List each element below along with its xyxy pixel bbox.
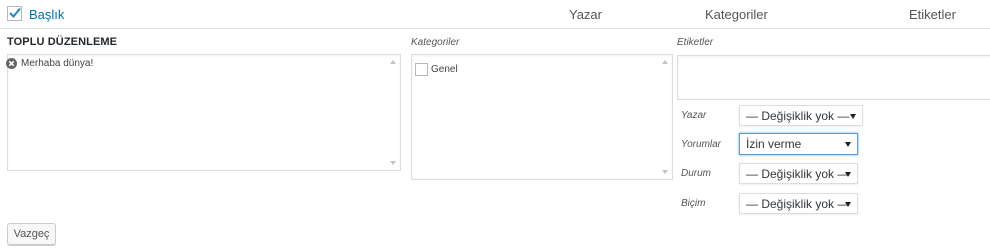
posts-scrollbar[interactable] xyxy=(387,55,400,170)
tags-label: Etiketler xyxy=(677,37,714,48)
format-label: Biçim xyxy=(681,198,706,209)
category-label-genel: Genel xyxy=(431,64,458,75)
bulk-post-item: Merhaba dünya! xyxy=(21,58,94,69)
checkmark-icon xyxy=(9,7,21,18)
format-select-value: — Değişiklik yok — xyxy=(746,197,850,211)
status-select[interactable]: — Değişiklik yok — xyxy=(739,163,858,184)
column-title[interactable]: Başlık xyxy=(29,7,64,22)
chevron-down-icon xyxy=(845,172,851,177)
format-select[interactable]: — Değişiklik yok — xyxy=(739,193,858,214)
tags-textarea[interactable] xyxy=(677,55,990,100)
comments-select[interactable]: İzin verme xyxy=(739,133,858,155)
author-label: Yazar xyxy=(681,110,707,121)
categories-scrollbar[interactable] xyxy=(659,55,672,179)
status-select-value: — Değişiklik yok — xyxy=(746,167,850,181)
author-select[interactable]: — Değişiklik yok — xyxy=(739,105,863,126)
remove-post-icon[interactable] xyxy=(6,58,17,69)
scroll-up-icon[interactable] xyxy=(390,60,396,64)
scroll-up-icon[interactable] xyxy=(662,60,668,64)
bulk-edit-heading: TOPLU DÜZENLEME xyxy=(7,36,118,48)
column-categories: Kategoriler xyxy=(705,7,768,22)
scroll-down-icon[interactable] xyxy=(390,161,396,165)
author-select-value: — Değişiklik yok — xyxy=(746,109,850,123)
cancel-button[interactable]: Vazgeç xyxy=(7,223,56,245)
scroll-down-icon[interactable] xyxy=(662,170,668,174)
category-checkbox-genel[interactable] xyxy=(415,63,428,76)
status-label: Durum xyxy=(681,168,712,179)
bulk-posts-list[interactable] xyxy=(7,54,401,171)
column-header-row xyxy=(0,0,990,29)
chevron-down-icon xyxy=(850,114,856,119)
comments-label: Yorumlar xyxy=(681,139,722,150)
chevron-down-icon xyxy=(845,142,851,147)
categories-label: Kategoriler xyxy=(411,37,460,48)
comments-select-value: İzin verme xyxy=(746,137,802,151)
column-author: Yazar xyxy=(569,7,602,22)
chevron-down-icon xyxy=(845,202,851,207)
select-all-checkbox[interactable] xyxy=(7,6,22,21)
column-tags: Etiketler xyxy=(909,7,956,22)
